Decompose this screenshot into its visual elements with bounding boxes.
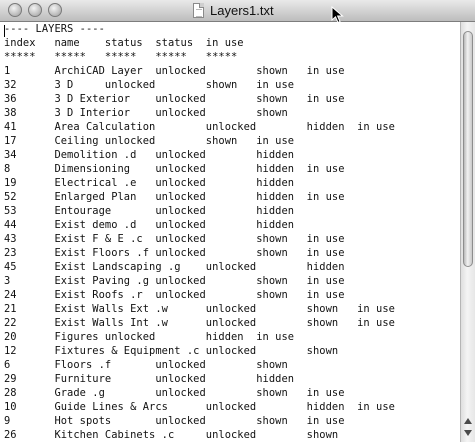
- text-line: 12 Fixtures & Equipment .c unlocked show…: [4, 345, 339, 357]
- text-line: 45 Exist Landscaping .g unlocked hidden: [4, 261, 345, 273]
- text-line: 41 Area Calculation unlocked hidden in u…: [4, 121, 395, 133]
- text-line: 36 3 D Exterior unlocked shown in use: [4, 93, 345, 105]
- scroll-down-arrow-icon[interactable]: [464, 430, 472, 436]
- text-line: 1 ArchiCAD Layer unlocked shown in use: [4, 65, 345, 77]
- text-line: 43 Exist F & E .c unlocked shown in use: [4, 233, 345, 245]
- text-line: 21 Exist Walls Ext .w unlocked shown in …: [4, 303, 395, 315]
- text-line: 20 Figures unlocked hidden in use: [4, 331, 295, 343]
- text-line: 53 Entourage unlocked hidden: [4, 205, 295, 217]
- text-line: ---- LAYERS ----: [4, 23, 105, 35]
- scrollbar-thumb[interactable]: [463, 31, 473, 267]
- text-line: 38 3 D Interior unlocked shown: [4, 107, 288, 119]
- text-line: 17 Ceiling unlocked shown in use: [4, 135, 295, 147]
- text-line: 24 Exist Roofs .r unlocked shown in use: [4, 289, 345, 301]
- text-document-area[interactable]: ---- LAYERS ---- index name status statu…: [0, 22, 460, 442]
- text-line: 10 Guide Lines & Arcs unlocked hidden in…: [4, 401, 395, 413]
- text-line: 8 Dimensioning unlocked hidden in use: [4, 163, 345, 175]
- text-line: 22 Exist Walls Int .w unlocked shown in …: [4, 317, 395, 329]
- minimize-window-button[interactable]: [28, 3, 42, 17]
- text-line: 34 Demolition .d unlocked hidden: [4, 149, 295, 161]
- scroll-up-arrow-icon[interactable]: [464, 418, 472, 424]
- text-line: 52 Enlarged Plan unlocked hidden in use: [4, 191, 345, 203]
- close-window-button[interactable]: [8, 3, 22, 17]
- text-line: 26 Kitchen Cabinets .c unlocked shown: [4, 429, 339, 441]
- text-line: 6 Floors .f unlocked shown: [4, 359, 288, 371]
- text-line: ***** ***** ***** ***** *****: [4, 51, 238, 63]
- text-line: 28 Grade .g unlocked shown in use: [4, 387, 345, 399]
- text-editor-window: Layers1.txt ---- LAYERS ---- index name …: [0, 0, 475, 442]
- title-bar[interactable]: Layers1.txt: [0, 0, 475, 24]
- text-line: 3 Exist Paving .g unlocked shown in use: [4, 275, 345, 287]
- text-line: 9 Hot spots unlocked shown in use: [4, 415, 345, 427]
- text-line: 32 3 D unlocked shown in use: [4, 79, 295, 91]
- text-line: 19 Electrical .e unlocked hidden: [4, 177, 295, 189]
- window-title: Layers1.txt: [210, 3, 274, 18]
- vertical-scrollbar[interactable]: [460, 22, 475, 442]
- text-line: 23 Exist Floors .f unlocked shown in use: [4, 247, 345, 259]
- text-line: 29 Furniture unlocked hidden: [4, 373, 295, 385]
- zoom-window-button[interactable]: [48, 3, 62, 17]
- text-line: index name status status in use: [4, 37, 244, 49]
- document-icon: [193, 3, 204, 18]
- text-line: 44 Exist demo .d unlocked hidden: [4, 219, 295, 231]
